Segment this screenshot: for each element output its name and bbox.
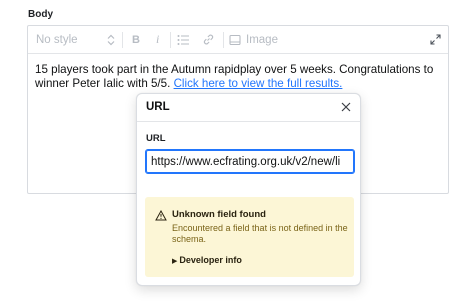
developer-info-label: Developer info <box>179 255 242 265</box>
close-button[interactable] <box>338 100 354 116</box>
results-link[interactable]: Click here to view the full results. <box>174 77 343 90</box>
bold-button[interactable]: B <box>132 26 140 53</box>
chevron-up-down-icon <box>106 34 116 46</box>
popover-title: URL <box>146 101 170 113</box>
link-button[interactable] <box>202 26 215 53</box>
expand-icon <box>430 34 441 45</box>
url-popover: URL URL Unknown field found Encountered … <box>136 93 361 286</box>
insert-image-button[interactable]: Image <box>229 26 278 53</box>
editor-content[interactable]: 15 players took part in the Autumn rapid… <box>35 63 440 91</box>
unknown-field-warning: Unknown field found Encountered a field … <box>145 197 354 277</box>
toolbar-divider <box>122 32 123 48</box>
close-icon <box>341 99 351 117</box>
image-icon <box>229 34 241 46</box>
warning-title: Unknown field found <box>172 209 266 220</box>
italic-button[interactable]: i <box>156 26 159 53</box>
developer-info-toggle[interactable]: ▶ Developer info <box>172 255 242 265</box>
link-icon <box>202 33 215 46</box>
toolbar-divider <box>223 32 224 48</box>
bulleted-list-button[interactable] <box>177 26 190 53</box>
url-field-label: URL <box>146 133 166 144</box>
fullscreen-button[interactable] <box>430 26 441 53</box>
warning-triangle-icon <box>155 208 167 226</box>
field-label: Body <box>28 9 53 20</box>
insert-image-label: Image <box>246 33 278 46</box>
popover-header: URL <box>137 94 360 122</box>
warning-description: Encountered a field that is not defined … <box>172 223 348 244</box>
toolbar-divider <box>170 32 171 48</box>
style-select[interactable]: No style <box>36 26 118 53</box>
bulleted-list-icon <box>177 34 190 46</box>
editor-toolbar: No style B i Image <box>28 26 448 54</box>
style-select-label: No style <box>36 33 78 46</box>
url-input[interactable] <box>145 149 355 174</box>
disclosure-triangle-icon: ▶ <box>172 258 178 265</box>
